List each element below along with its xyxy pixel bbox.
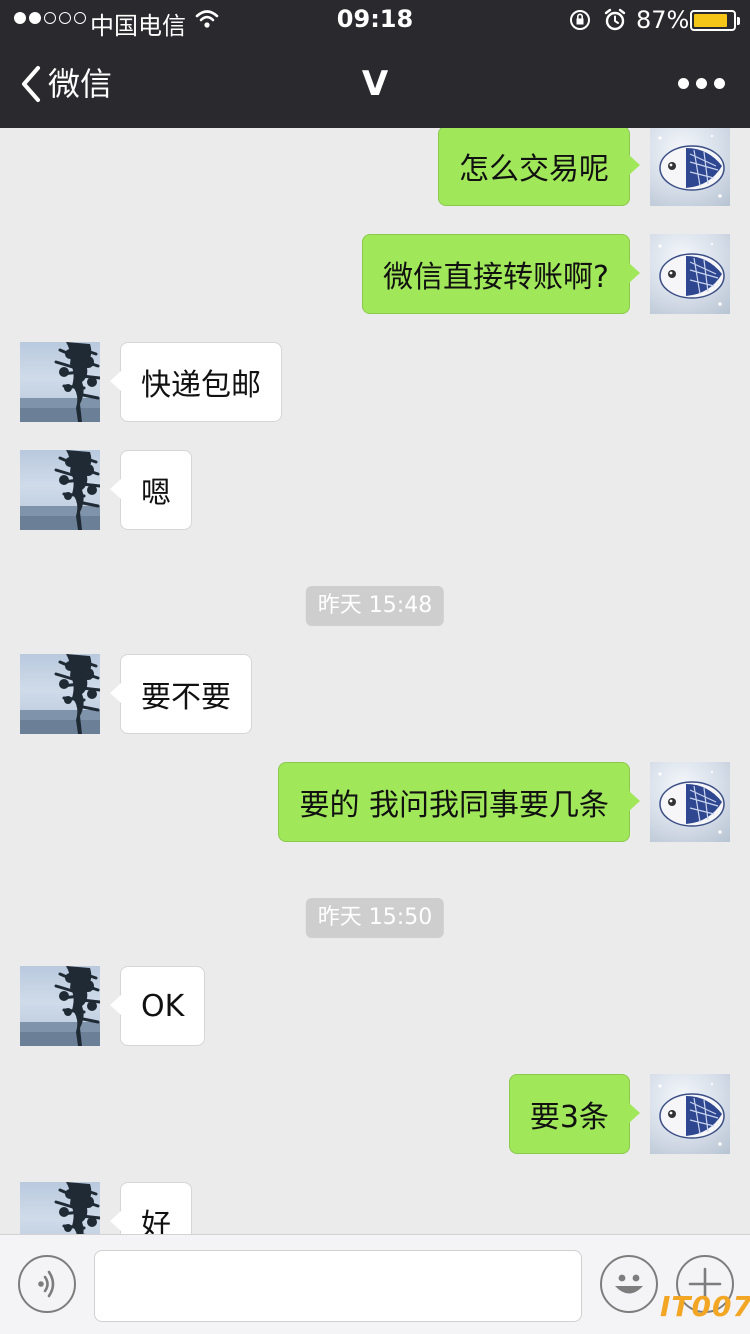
contact-avatar[interactable] — [20, 1182, 100, 1234]
contact-avatar[interactable] — [20, 342, 100, 422]
navigation-bar: 微信 V — [0, 40, 750, 128]
message-bubble[interactable]: 好 — [110, 1182, 192, 1234]
message-bubble[interactable]: 要不要 — [110, 654, 252, 734]
sent-message-row: 要的 我问我同事要几条 — [0, 762, 750, 842]
rotation-lock-icon — [570, 10, 590, 30]
battery-percent: 87% — [636, 6, 690, 34]
timestamp-label: 昨天 15:48 — [305, 586, 445, 626]
message-bubble[interactable]: 要3条 — [508, 1074, 641, 1154]
sent-message-row: 要3条 — [0, 1074, 750, 1154]
my-avatar[interactable] — [650, 762, 730, 842]
voice-button[interactable] — [18, 1255, 76, 1313]
message-list[interactable]: 怎么交易呢微信直接转账啊? 快递包邮嗯昨天 15:48 要不要 要的 我问我同事要几条… — [0, 128, 750, 1234]
contact-avatar[interactable] — [20, 654, 100, 734]
wechat-chat-screen: 中国电信 09:18 87% 微信 V 怎么交易呢 微信直接转账啊? 快递包邮 … — [0, 0, 750, 1334]
received-message-row: 好 — [0, 1182, 750, 1234]
message-bubble[interactable]: 嗯 — [110, 450, 192, 530]
battery-icon — [690, 10, 740, 31]
message-bubble[interactable]: OK — [109, 966, 206, 1046]
input-toolbar — [0, 1234, 750, 1334]
emoji-button[interactable] — [600, 1255, 658, 1313]
my-avatar[interactable] — [650, 128, 730, 206]
timestamp-row: 昨天 15:48 — [0, 586, 750, 626]
received-message-row: OK — [0, 966, 750, 1046]
contact-avatar[interactable] — [20, 966, 100, 1046]
status-bar: 中国电信 09:18 87% — [0, 0, 750, 40]
message-bubble[interactable]: 要的 我问我同事要几条 — [278, 762, 640, 842]
received-message-row: 嗯 — [0, 450, 750, 530]
chat-title: V — [361, 64, 389, 104]
timestamp-label: 昨天 15:50 — [305, 898, 445, 938]
my-avatar[interactable] — [650, 1074, 730, 1154]
sent-message-row: 微信直接转账啊? — [0, 234, 750, 314]
smiley-icon — [615, 1274, 643, 1294]
message-input[interactable] — [94, 1250, 582, 1322]
received-message-row: 要不要 — [0, 654, 750, 734]
message-bubble[interactable]: 快递包邮 — [110, 342, 282, 422]
voice-icon — [38, 1270, 55, 1298]
my-avatar[interactable] — [650, 234, 730, 314]
received-message-row: 快递包邮 — [0, 342, 750, 422]
watermark-logo: IT007 — [660, 1290, 750, 1323]
sent-message-row: 怎么交易呢 — [0, 128, 750, 206]
more-dots-icon[interactable] — [678, 68, 728, 98]
message-bubble[interactable]: 微信直接转账啊? — [362, 234, 640, 314]
contact-avatar[interactable] — [20, 450, 100, 530]
message-bubble[interactable]: 怎么交易呢 — [438, 128, 640, 206]
alarm-icon — [604, 8, 626, 31]
timestamp-row: 昨天 15:50 — [0, 898, 750, 938]
